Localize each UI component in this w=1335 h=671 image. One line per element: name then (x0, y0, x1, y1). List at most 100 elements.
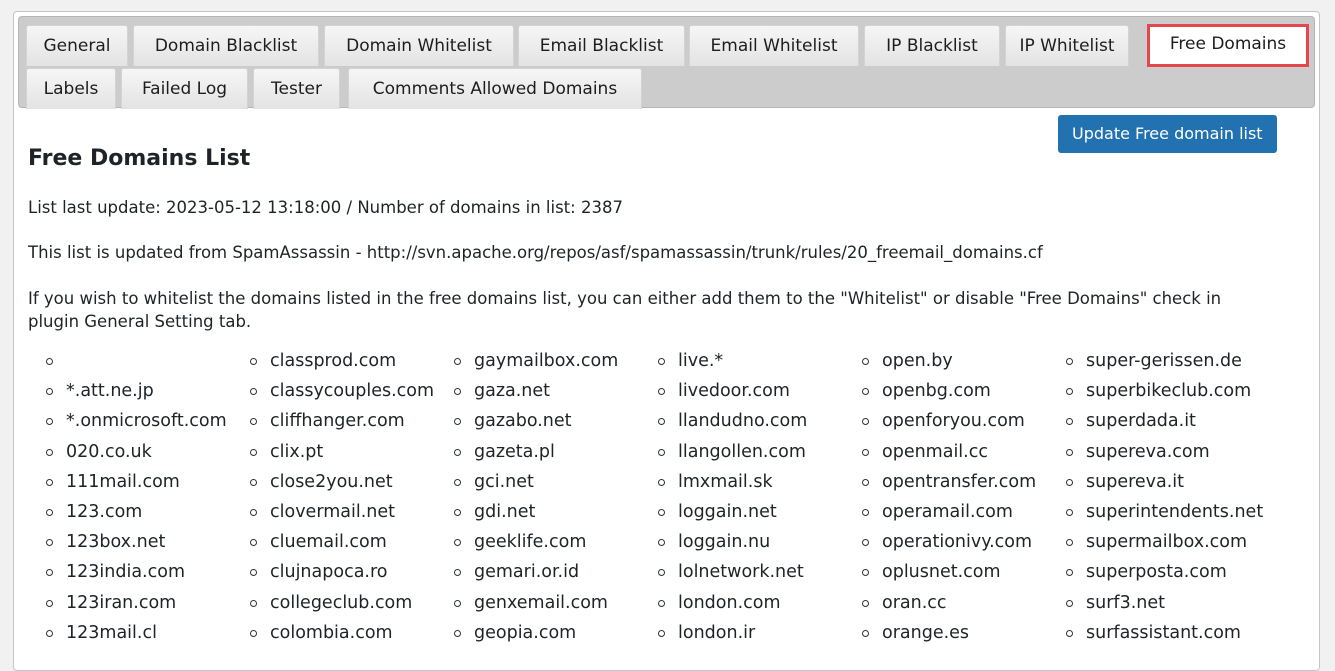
domain-list-item: lolnetwork.net (640, 560, 807, 590)
circle-bullet-icon (1066, 418, 1073, 426)
domain-list-item: london.com (640, 591, 807, 621)
domain-list-item: orange.es (844, 621, 1036, 651)
domain-name: 020.co.uk (66, 441, 152, 462)
circle-bullet-icon (658, 358, 665, 365)
domain-name: *.att.ne.jp (66, 381, 154, 402)
domain-name: cluemail.com (270, 532, 387, 553)
domain-list-item: 123box.net (28, 530, 227, 560)
circle-bullet-icon (658, 418, 665, 426)
tab-ip-whitelist[interactable]: IP Whitelist (1005, 25, 1129, 66)
tab-tester[interactable]: Tester (253, 68, 340, 109)
domain-name: openbg.com (882, 381, 991, 402)
domain-column: live.* livedoor.com llandudno.com llangolle… (640, 349, 807, 651)
circle-bullet-icon (250, 478, 257, 486)
tab-domain-whitelist[interactable]: Domain Whitelist (324, 25, 514, 66)
domain-list-item: surf3.net (1048, 591, 1263, 621)
domain-list-item: llandudno.com (640, 409, 807, 439)
tab-ip-blacklist[interactable]: IP Blacklist (864, 25, 1000, 66)
circle-bullet-icon (454, 508, 461, 516)
domain-list-item: opentransfer.com (844, 470, 1036, 500)
domain-list-item: loggain.nu (640, 530, 807, 560)
circle-bullet-icon (658, 478, 665, 486)
domain-name: lmxmail.sk (678, 471, 773, 492)
circle-bullet-icon (1066, 508, 1073, 516)
domain-name: live.* (678, 351, 724, 371)
circle-bullet-icon (862, 629, 869, 637)
domain-list-item: collegeclub.com (232, 591, 434, 621)
tab-domain-blacklist[interactable]: Domain Blacklist (133, 25, 319, 66)
domain-name: gazeta.pl (474, 441, 555, 462)
domain-list-item: 123iran.com (28, 591, 227, 621)
page-title: Free Domains List (28, 146, 251, 171)
domain-name: lolnetwork.net (678, 562, 804, 583)
domain-list-item: supereva.it (1048, 470, 1263, 500)
domain-name: gazabo.net (474, 411, 572, 432)
tab-free-domains[interactable]: Free Domains (1147, 24, 1309, 67)
domain-name: loggain.nu (678, 532, 771, 553)
domain-list-item: cliffhanger.com (232, 409, 434, 439)
circle-bullet-icon (250, 418, 257, 426)
domain-list-item: oran.cc (844, 591, 1036, 621)
domain-column: classprod.com classycouples.com cliffhange… (232, 349, 434, 651)
domain-list-item: openforyou.com (844, 409, 1036, 439)
domain-name: superposta.com (1086, 562, 1227, 583)
domain-name: gaza.net (474, 381, 551, 402)
circle-bullet-icon (1066, 629, 1073, 637)
domain-list-item: loggain.net (640, 500, 807, 530)
domain-name: openmail.cc (882, 441, 988, 462)
domain-list-item: gci.net (436, 470, 618, 500)
tab-bar: General Domain Blacklist Domain Whitelis… (18, 16, 1315, 109)
circle-bullet-icon (1066, 478, 1073, 486)
domain-list-item: classprod.com (232, 349, 434, 379)
circle-bullet-icon (658, 569, 665, 577)
circle-bullet-icon (862, 418, 869, 426)
domain-name: oran.cc (882, 592, 947, 613)
domain-list-item: super-gerissen.de (1048, 349, 1263, 379)
domain-name: 111mail.com (66, 471, 180, 492)
last-update-text: List last update: 2023-05-12 13:18:00 / … (28, 198, 623, 217)
domain-column: super-gerissen.de superbikeclub.com superd… (1048, 349, 1263, 651)
circle-bullet-icon (46, 508, 53, 516)
domain-name: supermailbox.com (1086, 532, 1248, 553)
domain-list-item: lmxmail.sk (640, 470, 807, 500)
circle-bullet-icon (658, 448, 665, 456)
domain-name: 123india.com (66, 562, 185, 583)
circle-bullet-icon (454, 388, 461, 396)
domain-list-item: classycouples.com (232, 379, 434, 409)
domain-name: super-gerissen.de (1086, 351, 1242, 371)
circle-bullet-icon (250, 599, 257, 607)
circle-bullet-icon (1066, 358, 1073, 365)
circle-bullet-icon (862, 599, 869, 607)
circle-bullet-icon (454, 418, 461, 426)
domain-list-item: clovermail.net (232, 500, 434, 530)
domain-list-item: gaza.net (436, 379, 618, 409)
domain-list-item: gemari.or.id (436, 560, 618, 590)
update-free-domain-list-button[interactable]: Update Free domain list (1058, 115, 1277, 153)
domain-list-item: surfassistant.com (1048, 621, 1263, 651)
circle-bullet-icon (1066, 539, 1073, 547)
tab-labels[interactable]: Labels (26, 68, 116, 109)
domain-name: clujnapoca.ro (270, 562, 388, 583)
tab-email-whitelist[interactable]: Email Whitelist (689, 25, 859, 66)
domain-name: superintendents.net (1086, 501, 1264, 522)
domain-list-item: *.att.ne.jp (28, 379, 227, 409)
domain-column: *.att.ne.jp *.onmicrosoft.com 020.co.uk 111… (28, 349, 227, 651)
domain-column: open.by openbg.com openforyou.com openmail.… (844, 349, 1036, 651)
tab-email-blacklist[interactable]: Email Blacklist (518, 25, 685, 66)
domain-name: 123iran.com (66, 592, 177, 613)
circle-bullet-icon (250, 629, 257, 637)
domain-list-item: 123india.com (28, 560, 227, 590)
tab-general[interactable]: General (26, 25, 128, 66)
domain-name: superdada.it (1086, 411, 1196, 432)
circle-bullet-icon (46, 629, 53, 637)
domain-list-item: 123.com (28, 500, 227, 530)
tab-failed-log[interactable]: Failed Log (121, 68, 248, 109)
circle-bullet-icon (862, 478, 869, 486)
domain-name: surfassistant.com (1086, 622, 1241, 643)
tab-comments-allowed-domains[interactable]: Comments Allowed Domains (348, 68, 642, 109)
domain-name: geopia.com (474, 622, 577, 643)
domain-list-item: supereva.com (1048, 440, 1263, 470)
domain-name: surf3.net (1086, 592, 1165, 613)
domain-list-item: openmail.cc (844, 440, 1036, 470)
circle-bullet-icon (250, 448, 257, 456)
